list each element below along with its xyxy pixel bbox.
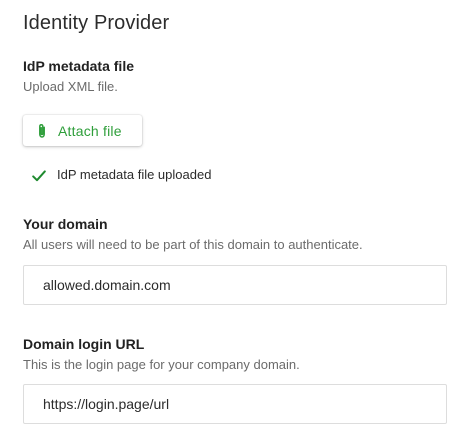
identity-provider-settings: Identity Provider IdP metadata file Uplo… <box>0 0 471 437</box>
idp-metadata-label: IdP metadata file <box>23 58 135 74</box>
paperclip-icon <box>36 123 48 139</box>
domain-input[interactable] <box>23 265 447 305</box>
domain-label: Your domain <box>23 216 108 232</box>
checkmark-icon <box>32 169 46 181</box>
upload-status: IdP metadata file uploaded <box>32 167 211 182</box>
section-title: Identity Provider <box>23 12 170 34</box>
idp-metadata-help: Upload XML file. <box>23 79 118 94</box>
attach-file-label: Attach file <box>58 122 122 139</box>
attach-file-button[interactable]: Attach file <box>23 115 142 146</box>
login-url-help: This is the login page for your company … <box>23 357 300 372</box>
domain-help: All users will need to be part of this d… <box>23 237 363 252</box>
upload-status-text: IdP metadata file uploaded <box>57 167 212 182</box>
login-url-label: Domain login URL <box>23 336 145 352</box>
login-url-input[interactable] <box>23 384 447 424</box>
